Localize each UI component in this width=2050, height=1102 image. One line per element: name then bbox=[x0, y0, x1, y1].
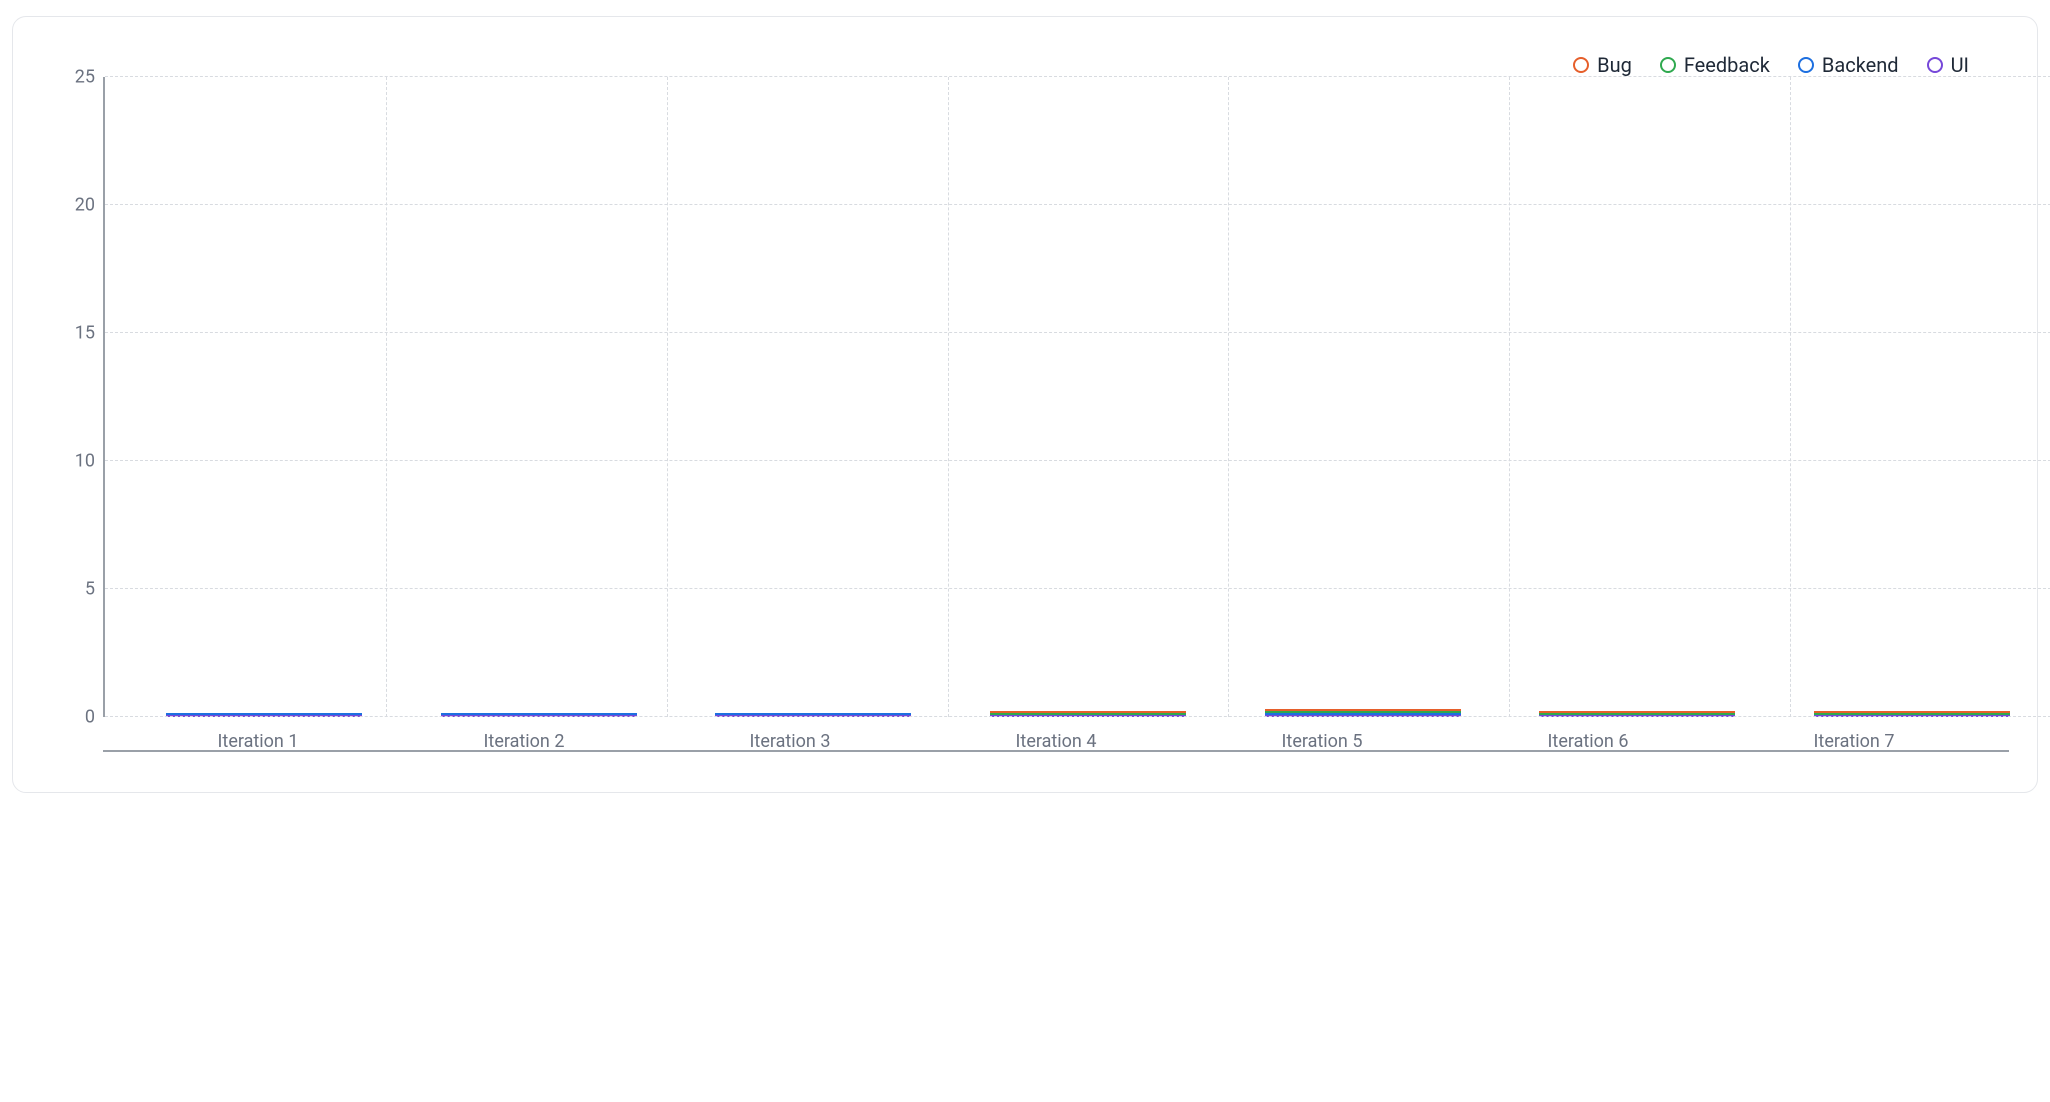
chart-bar-segment-ui bbox=[1265, 715, 1461, 717]
circle-icon bbox=[1660, 57, 1676, 73]
legend-item-ui[interactable]: UI bbox=[1927, 53, 1969, 77]
chart-x-tick-label: Iteration 7 bbox=[1759, 731, 1949, 752]
chart-card: Bug Feedback Backend UI 0 5 10 15 20 25 Itera… bbox=[12, 16, 2038, 793]
chart-legend: Bug Feedback Backend UI bbox=[41, 45, 2009, 77]
chart-bar bbox=[1539, 711, 1735, 717]
chart-bar-segment-ui bbox=[715, 715, 911, 717]
legend-label: Feedback bbox=[1684, 53, 1770, 77]
chart-x-ticks: Iteration 1 Iteration 2 Iteration 3 Iterati… bbox=[103, 717, 2009, 752]
circle-icon bbox=[1927, 57, 1943, 73]
chart-x-tick-label: Iteration 6 bbox=[1493, 731, 1683, 752]
chart-y-tick-label: 20 bbox=[49, 195, 95, 216]
chart-x-tick-label: Iteration 2 bbox=[429, 731, 619, 752]
chart-plot-wrap: 0510152025 Iteration 1Iteration 2Iterati… bbox=[41, 77, 2009, 752]
legend-label: Bug bbox=[1597, 53, 1632, 77]
chart-bar bbox=[1814, 711, 2010, 717]
chart-bars bbox=[105, 77, 2050, 717]
chart-x-tick-label: Iteration 3 bbox=[695, 731, 885, 752]
chart-y-tick-label: 5 bbox=[49, 579, 95, 600]
legend-item-bug[interactable]: Bug bbox=[1573, 53, 1632, 77]
chart-bar-segment-ui bbox=[166, 715, 362, 717]
chart-y-tick-label: 0 bbox=[49, 707, 95, 728]
legend-label: UI bbox=[1951, 53, 1969, 77]
chart-bar-segment-ui bbox=[1539, 715, 1735, 717]
legend-item-feedback[interactable]: Feedback bbox=[1660, 53, 1770, 77]
chart-bar bbox=[715, 713, 911, 717]
chart-bar-segment-ui bbox=[441, 715, 637, 717]
chart-y-tick-label: 10 bbox=[49, 451, 95, 472]
chart-bar bbox=[1265, 709, 1461, 717]
chart-bar bbox=[166, 713, 362, 717]
legend-item-backend[interactable]: Backend bbox=[1798, 53, 1899, 77]
chart-x-tick-label: Iteration 4 bbox=[961, 731, 1151, 752]
chart-x-tick-label: Iteration 1 bbox=[163, 731, 353, 752]
chart-bar-segment-ui bbox=[1814, 715, 2010, 717]
chart-plot-area: 0510152025 bbox=[103, 77, 2050, 717]
chart-bar bbox=[441, 713, 637, 717]
chart-bar bbox=[990, 711, 1186, 717]
circle-icon bbox=[1798, 57, 1814, 73]
chart-y-tick-label: 25 bbox=[49, 67, 95, 88]
legend-label: Backend bbox=[1822, 53, 1899, 77]
chart-bar-segment-ui bbox=[990, 715, 1186, 717]
chart-x-tick-label: Iteration 5 bbox=[1227, 731, 1417, 752]
circle-icon bbox=[1573, 57, 1589, 73]
chart-y-tick-label: 15 bbox=[49, 323, 95, 344]
